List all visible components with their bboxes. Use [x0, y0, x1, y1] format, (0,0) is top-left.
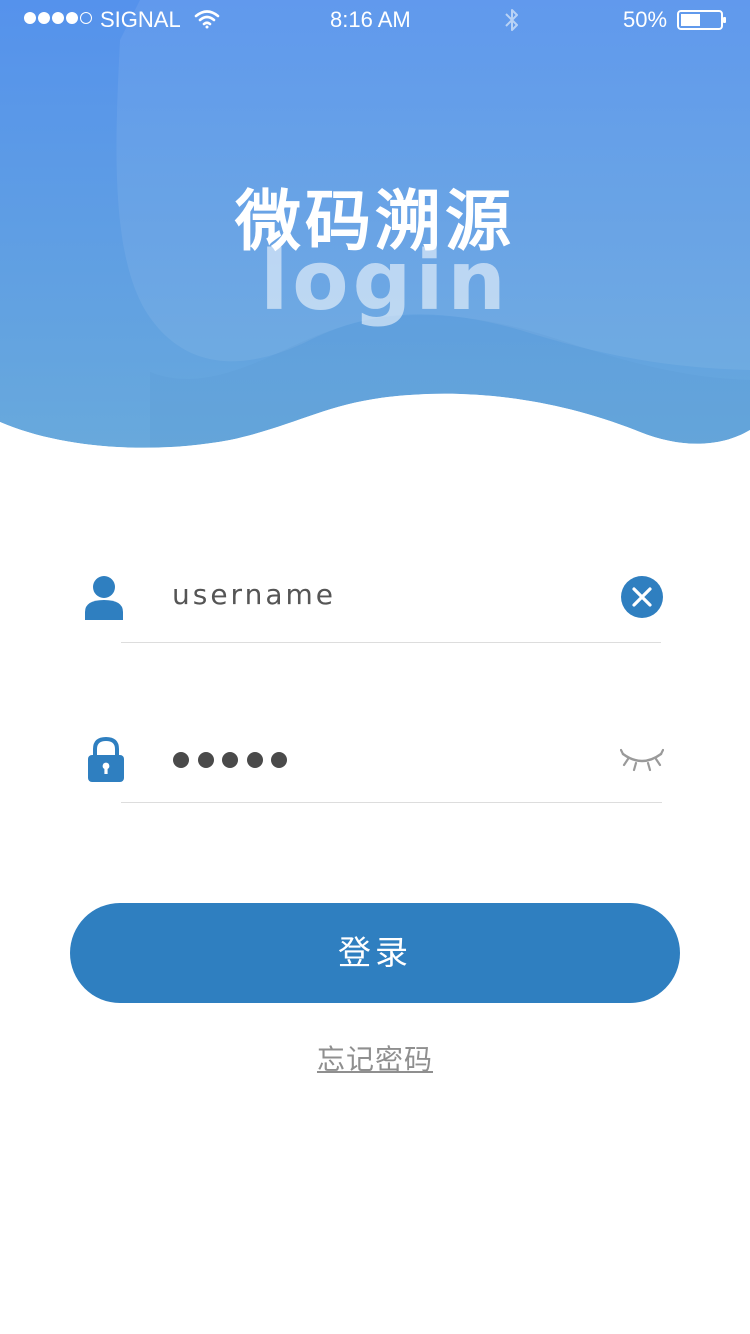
signal-dot [52, 12, 64, 24]
password-mask-dot [197, 752, 214, 768]
battery-percent: 50% [623, 7, 668, 32]
signal-dot [38, 12, 50, 24]
bluetooth-icon [505, 9, 518, 31]
password-input[interactable] [173, 752, 296, 770]
password-divider [121, 802, 662, 803]
status-bar: SIGNAL 8:16 AM 50% [0, 0, 750, 40]
forgot-password-link[interactable]: 忘记密码 [0, 1038, 750, 1078]
battery-icon [677, 10, 726, 30]
clock: 8:16 AM [330, 7, 411, 32]
wifi-icon [194, 10, 220, 29]
signal-dot [80, 12, 92, 24]
password-mask-dot [222, 752, 238, 768]
eye-closed-icon[interactable] [620, 744, 664, 774]
password-mask-dot [271, 752, 287, 768]
login-screen: SIGNAL 8:16 AM 50% 微码溯源 login username 登… [0, 0, 750, 1334]
username-input[interactable]: username [172, 578, 336, 611]
signal-dot [66, 12, 78, 24]
lock-icon [88, 737, 124, 782]
password-mask-dot [173, 752, 189, 768]
login-button[interactable]: 登录 [70, 903, 680, 1003]
signal-dot [24, 12, 36, 24]
carrier-label: SIGNAL [100, 7, 181, 32]
username-divider [121, 642, 661, 643]
login-watermark-text: login [260, 234, 510, 329]
password-mask-dot [246, 752, 263, 768]
signal-strength-icon [24, 12, 94, 26]
user-icon [85, 576, 123, 620]
clear-icon[interactable] [621, 576, 663, 618]
